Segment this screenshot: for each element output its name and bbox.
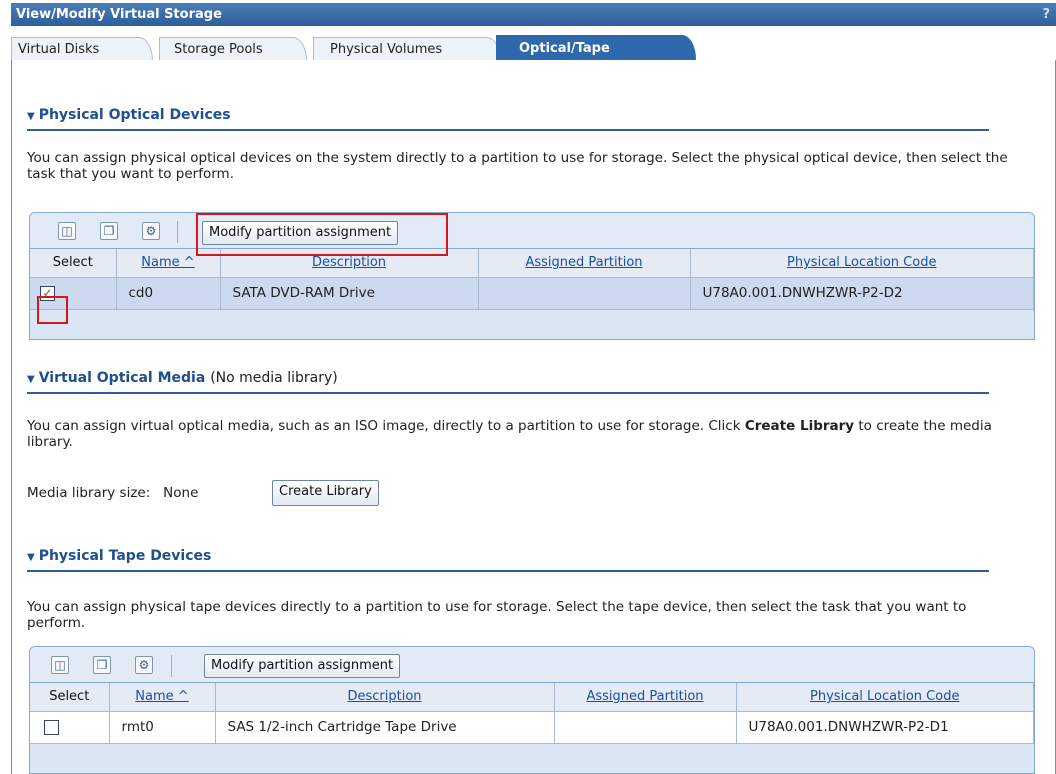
section-virtual-media[interactable]: ▼ Virtual Optical Media (No media library… [27,370,989,394]
cell-description: SAS 1/2-inch Cartridge Tape Drive [215,711,555,744]
help-icon[interactable]: ? [1042,3,1050,26]
optical-grid: Select Name ^ Description Assigned Parti… [30,249,1034,310]
tab-strip: Virtual Disks Storage Pools Physical Vol… [11,26,1056,63]
optical-description: You can assign physical optical devices … [27,150,1008,182]
select-all-icon[interactable]: ◫ [58,222,76,240]
collapse-caret-icon[interactable]: ▼ [27,111,35,122]
virtual-media-description: You can assign virtual optical media, su… [27,418,992,450]
create-library-button[interactable]: Create Library [272,480,379,506]
optical-table: ◫ ❐ ⚙ Modify partition assignment Select… [29,212,1035,340]
column-header-name[interactable]: Name ^ [109,683,216,712]
section-physical-tape[interactable]: ▼ Physical Tape Devices [27,548,989,572]
toolbar-separator [171,655,172,677]
window-title-bar: View/Modify Virtual Storage ? [11,3,1056,26]
media-library-size: Media library size: None [27,485,199,501]
column-header-description[interactable]: Description [215,683,555,712]
cell-location-code: U78A0.001.DNWHZWR-P2-D1 [736,711,1034,744]
tab-virtual-disks[interactable]: Virtual Disks [11,37,153,61]
table-row[interactable]: ✓ cd0 SATA DVD-RAM Drive U78A0.001.DNWHZ… [30,277,1034,310]
collapse-caret-icon[interactable]: ▼ [27,374,35,385]
table-header-row: Select Name ^ Description Assigned Parti… [30,683,1034,712]
cell-description: SATA DVD-RAM Drive [220,277,479,310]
window-title: View/Modify Virtual Storage [16,7,222,22]
cell-name: rmt0 [109,711,216,744]
tape-toolbar: ◫ ❐ ⚙ Modify partition assignment [30,647,1034,683]
deselect-all-icon[interactable]: ❐ [100,222,118,240]
tab-storage-pools[interactable]: Storage Pools [159,37,307,61]
select-all-icon[interactable]: ◫ [51,656,69,674]
tape-description: You can assign physical tape devices dir… [27,599,967,631]
column-header-select: Select [30,683,110,712]
media-library-size-value: None [163,485,199,501]
filter-icon[interactable]: ⚙ [135,656,153,674]
cell-name: cd0 [116,277,221,310]
toolbar-separator [177,221,178,243]
column-header-assigned-partition[interactable]: Assigned Partition [478,249,691,278]
column-header-location-code[interactable]: Physical Location Code [736,683,1034,712]
column-header-location-code[interactable]: Physical Location Code [690,249,1034,278]
cell-assigned-partition [478,277,691,310]
collapse-caret-icon[interactable]: ▼ [27,552,35,563]
column-header-assigned-partition[interactable]: Assigned Partition [554,683,737,712]
modify-partition-button[interactable]: Modify partition assignment [204,654,401,678]
tape-grid: Select Name ^ Description Assigned Parti… [30,683,1034,744]
optical-toolbar: ◫ ❐ ⚙ Modify partition assignment [30,213,1034,249]
deselect-all-icon[interactable]: ❐ [93,656,111,674]
table-row[interactable]: rmt0 SAS 1/2-inch Cartridge Tape Drive U… [30,711,1034,744]
annotation-highlight-checkbox [37,296,68,324]
row-select-checkbox[interactable] [44,719,59,735]
tab-physical-volumes[interactable]: Physical Volumes [313,37,501,61]
annotation-highlight-button [196,213,448,256]
column-header-select: Select [30,249,117,278]
section-physical-optical[interactable]: ▼ Physical Optical Devices [27,107,989,131]
filter-icon[interactable]: ⚙ [142,222,160,240]
tab-optical-tape[interactable]: Optical/Tape [496,35,696,63]
cell-location-code: U78A0.001.DNWHZWR-P2-D2 [690,277,1034,310]
tape-table: ◫ ❐ ⚙ Modify partition assignment Select… [29,646,1035,774]
table-header-row: Select Name ^ Description Assigned Parti… [30,249,1034,278]
cell-assigned-partition [554,711,737,744]
